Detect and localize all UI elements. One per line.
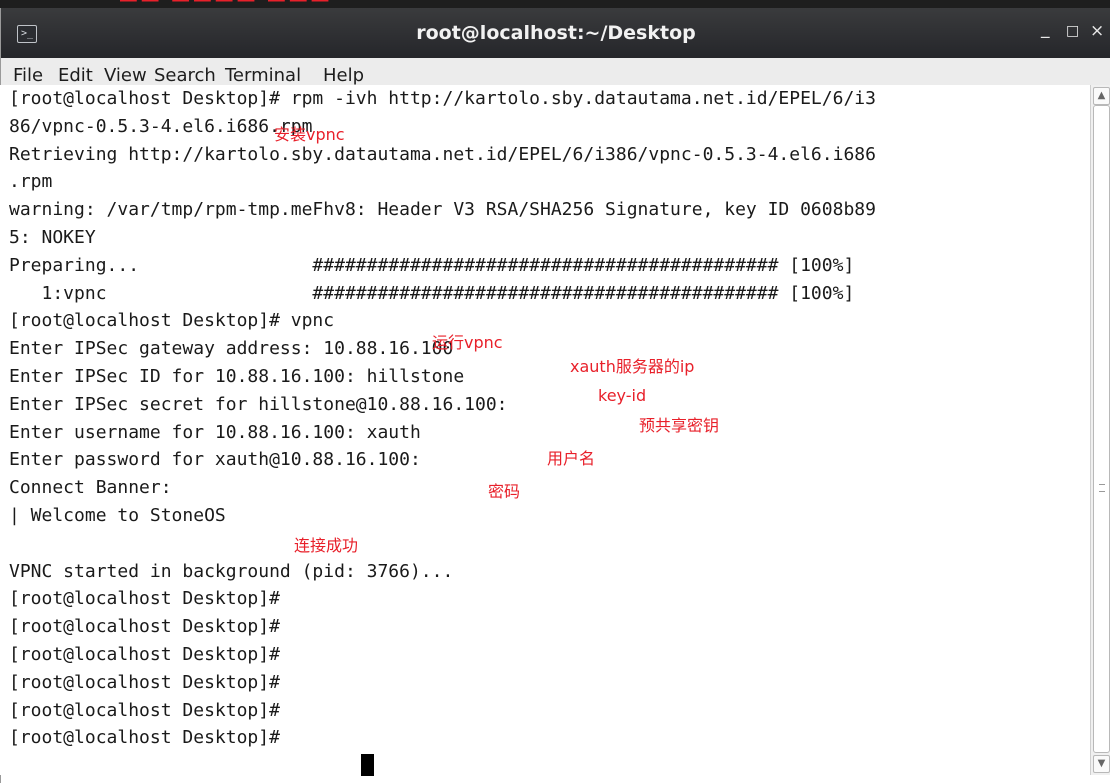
annotation-install: 安装vpnc <box>274 125 345 144</box>
annotation-psk: 预共享密钥 <box>639 416 720 435</box>
terminal-output[interactable]: [root@localhost Desktop]# rpm -ivh http:… <box>0 85 1090 775</box>
terminal-line: [root@localhost Desktop]# <box>9 671 280 693</box>
close-button[interactable]: × <box>1090 21 1104 41</box>
terminal-line: VPNC started in background (pid: 3766)..… <box>9 560 454 582</box>
terminal-line: [root@localhost Desktop]# rpm -ivh http:… <box>9 88 876 109</box>
scroll-down-button[interactable]: ▼ <box>1093 755 1110 773</box>
terminal-line: Preparing... ###########################… <box>9 254 855 276</box>
annotation-run: 运行vpnc <box>432 333 503 352</box>
terminal-line: [root@localhost Desktop]# vpnc <box>9 310 335 332</box>
terminal-line: Enter IPSec secret for hillstone@10.88.1… <box>9 393 508 415</box>
menu-edit[interactable]: Edit <box>58 65 93 86</box>
scrollbar-thumb[interactable] <box>1093 105 1110 753</box>
menu-view[interactable]: View <box>104 65 147 86</box>
menu-help[interactable]: Help <box>323 65 364 86</box>
terminal-line: 5: NOKEY <box>9 227 96 248</box>
scroll-up-button[interactable]: ▲ <box>1093 87 1110 105</box>
top-crop-strip: ▬▬ ▬▬▬▬ ▬▬▬ <box>0 0 1110 8</box>
terminal-line: Enter username for 10.88.16.100: xauth <box>9 421 421 443</box>
window-title: root@localhost:~/Desktop <box>416 22 696 44</box>
menu-file[interactable]: File <box>13 65 43 86</box>
annotation-success: 连接成功 <box>294 536 359 555</box>
terminal-line: Enter IPSec ID for 10.88.16.100: hillsto… <box>9 366 465 387</box>
menu-terminal[interactable]: Terminal <box>225 65 301 86</box>
terminal-line: | Welcome to StoneOS <box>9 505 226 526</box>
terminal-line: warning: /var/tmp/rpm-tmp.meFhv8: Header… <box>9 199 876 221</box>
maximize-button[interactable]: □ <box>1066 23 1079 39</box>
annotation-server-ip: xauth服务器的ip <box>570 357 695 376</box>
terminal-line: 1:vpnc #################################… <box>9 282 855 304</box>
annotation-key-id: key-id <box>598 386 647 405</box>
terminal-line: Enter IPSec gateway address: 10.88.16.10… <box>9 338 454 360</box>
terminal-line: Retrieving http://kartolo.sby.datautama.… <box>9 143 876 165</box>
minimize-button[interactable]: _ <box>1041 19 1050 39</box>
scroll-grip-icon <box>1099 484 1105 492</box>
terminal-line: [root@localhost Desktop]# <box>9 644 280 665</box>
terminal-line: Connect Banner: <box>9 477 172 499</box>
vertical-scrollbar[interactable]: ▲ ▼ <box>1090 85 1110 775</box>
terminal-line: [root@localhost Desktop]# <box>9 727 280 749</box>
terminal-line: .rpm <box>9 171 53 193</box>
terminal-line: [root@localhost Desktop]# <box>9 699 280 721</box>
terminal-line: 86/vpnc-0.5.3-4.el6.i686.rpm <box>9 115 313 137</box>
menu-search[interactable]: Search <box>154 65 216 86</box>
cropped-annotation-fragment: ▬▬ ▬▬▬▬ ▬▬▬ <box>118 0 331 8</box>
terminal-line: [root@localhost Desktop]# <box>9 588 280 610</box>
terminal-line: Enter password for xauth@10.88.16.100: <box>9 449 421 471</box>
annotation-username: 用户名 <box>547 449 596 468</box>
terminal-line: [root@localhost Desktop]# <box>9 616 280 638</box>
annotation-password: 密码 <box>488 482 521 501</box>
text-cursor <box>361 754 374 776</box>
window-titlebar[interactable]: >_ root@localhost:~/Desktop _ □ × <box>1 8 1110 58</box>
